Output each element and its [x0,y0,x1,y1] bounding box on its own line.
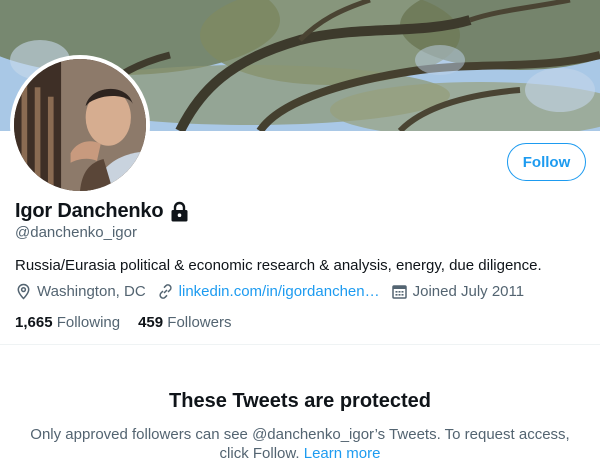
following-label: Following [56,314,121,331]
lock-icon [171,201,188,221]
link-icon [159,284,172,299]
protected-message: Only approved followers can see @danchen… [15,425,585,458]
joined-text: Joined July 2011 [412,283,525,300]
protected-title: These Tweets are protected [169,390,431,412]
following-stat[interactable]: 1,665 Following [15,314,120,331]
joined-item: Joined July 2011 [391,283,524,300]
profile-stats: 1,665 Following 459 Followers [15,314,249,331]
avatar[interactable] [10,55,150,195]
follow-button[interactable]: Follow [507,143,586,181]
location-item: Washington, DC [15,283,146,300]
profile-bio: Russia/Eurasia political & economic rese… [15,257,542,274]
calendar-icon [391,285,407,299]
website-link[interactable]: linkedin.com/in/igordanchen… [179,283,380,300]
location-text: Washington, DC [37,283,146,300]
protected-body: Only approved followers can see @danchen… [30,426,570,458]
website-item[interactable]: linkedin.com/in/igordanchen… [157,283,380,300]
following-count: 1,665 [15,314,53,331]
divider [0,344,600,345]
followers-label: Followers [167,314,232,331]
followers-stat[interactable]: 459 Followers [138,314,231,331]
display-name: Igor Danchenko [15,200,164,222]
profile-meta: Washington, DC linkedin.com/in/igordanch… [15,283,535,300]
learn-more-link[interactable]: Learn more [304,445,381,458]
profile-name-row: Igor Danchenko [15,200,190,223]
profile-handle: @danchenko_igor [15,224,137,241]
location-icon [17,283,30,300]
avatar-image [14,59,146,191]
followers-count: 459 [138,314,164,331]
